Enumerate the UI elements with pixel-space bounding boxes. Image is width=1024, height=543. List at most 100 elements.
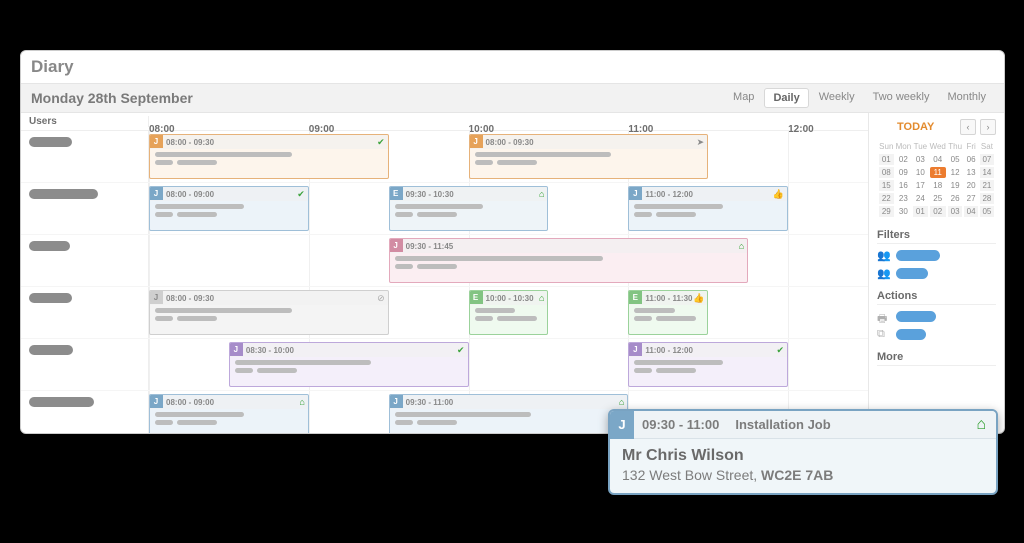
panel-title: Diary — [21, 51, 1004, 83]
next-period-button[interactable]: › — [980, 119, 996, 135]
calendar-day[interactable]: 01 — [913, 206, 927, 217]
user-name-cell — [21, 391, 149, 433]
view-tab-monthly[interactable]: Monthly — [939, 88, 994, 108]
event-card[interactable]: J08:00 - 09:00⌂ — [149, 394, 309, 433]
action-item[interactable]: 🖶 — [877, 310, 996, 323]
print-icon: 🖶 — [877, 310, 890, 323]
calendar-day[interactable]: 16 — [896, 180, 912, 191]
user-name-cell — [21, 183, 149, 234]
calendar-day[interactable]: 25 — [930, 193, 946, 204]
calendar-day[interactable]: 07 — [980, 154, 994, 165]
thumb-icon: 👍 — [693, 293, 704, 304]
event-tag: J — [628, 342, 642, 356]
user-timeline[interactable]: J08:00 - 09:30✔J08:00 - 09:30➤ — [149, 131, 868, 182]
sidebar: TODAY ‹ › SunMonTueWedThuFriSat010203040… — [869, 113, 1004, 433]
today-link[interactable]: TODAY — [897, 121, 934, 133]
event-time: 08:00 - 09:30 — [166, 138, 214, 147]
event-card[interactable]: E11:00 - 11:30👍 — [628, 290, 708, 335]
user-row: J08:30 - 10:00✔ J11:00 - 12:00✔ — [21, 339, 868, 391]
user-timeline[interactable]: J08:00 - 09:00✔ E09:30 - 10:30 ⌂ J11:00 - 1… — [149, 183, 868, 234]
calendar-day[interactable]: 04 — [930, 154, 946, 165]
calendar-day[interactable]: 05 — [980, 206, 994, 217]
event-tooltip: J 09:30 - 11:00 Installation Job ⌂ Mr Ch… — [608, 409, 998, 495]
calendar-day[interactable]: 08 — [879, 167, 894, 178]
event-card[interactable]: J09:30 - 11:45⌂ — [389, 238, 749, 283]
event-card[interactable]: J11:00 - 12:00👍 — [628, 186, 788, 231]
user-timeline[interactable]: J08:30 - 10:00✔ J11:00 - 12:00✔ — [149, 339, 868, 390]
event-time: 08:30 - 10:00 — [246, 346, 294, 355]
calendar-day[interactable]: 02 — [896, 154, 912, 165]
tooltip-address: 132 West Bow Street, WC2E 7AB — [610, 467, 996, 483]
event-tag: J — [149, 290, 163, 304]
calendar-day[interactable]: 27 — [964, 193, 977, 204]
event-card[interactable]: J11:00 - 12:00✔ — [628, 342, 788, 387]
event-time: 09:30 - 10:30 — [406, 190, 454, 199]
event-card[interactable]: J08:00 - 09:30✔ — [149, 134, 389, 179]
prev-period-button[interactable]: ‹ — [960, 119, 976, 135]
view-tab-weekly[interactable]: Weekly — [811, 88, 863, 108]
event-tag: E — [628, 290, 642, 304]
filter-item[interactable]: 👥 — [877, 249, 996, 262]
action-item[interactable]: ⧉ — [877, 328, 996, 341]
event-time: 08:00 - 09:30 — [166, 294, 214, 303]
calendar-day[interactable]: 22 — [879, 193, 894, 204]
user-name-cell — [21, 235, 149, 286]
event-card[interactable]: E10:00 - 10:30⌂ — [469, 290, 549, 335]
calendar-day[interactable]: 20 — [964, 180, 977, 191]
calendar-day[interactable]: 24 — [913, 193, 927, 204]
calendar-day[interactable]: 23 — [896, 193, 912, 204]
calendar-day[interactable]: 28 — [980, 193, 994, 204]
calendar-day[interactable]: 19 — [948, 180, 962, 191]
view-tab-map[interactable]: Map — [725, 88, 762, 108]
home-icon: ⌂ — [539, 293, 544, 303]
tooltip-tag: J — [610, 411, 634, 439]
calendar-day[interactable]: 15 — [879, 180, 894, 191]
home-icon: ⌂ — [539, 189, 544, 199]
calendar-day[interactable]: 01 — [879, 154, 894, 165]
user-timeline[interactable]: J09:30 - 11:45⌂ — [149, 235, 868, 286]
calendar-day[interactable]: 02 — [930, 206, 946, 217]
event-tag: J — [149, 186, 163, 200]
calendar-day[interactable]: 05 — [948, 154, 962, 165]
calendar-day[interactable]: 04 — [964, 206, 977, 217]
calendar-day[interactable]: 17 — [913, 180, 927, 191]
event-time: 11:00 - 12:00 — [645, 346, 693, 355]
home-icon: ⌂ — [619, 397, 624, 407]
hour-header: Users 08:0009:0010:0011:0012:00 — [21, 113, 868, 131]
mini-calendar[interactable]: SunMonTueWedThuFriSat0102030405060708091… — [877, 139, 996, 219]
event-time: 08:00 - 09:30 — [486, 138, 534, 147]
view-tabs: MapDailyWeeklyTwo weeklyMonthly — [725, 88, 994, 108]
calendar-day[interactable]: 18 — [930, 180, 946, 191]
event-card[interactable]: J08:00 - 09:00✔ — [149, 186, 309, 231]
filter-item[interactable]: 👥 — [877, 267, 996, 280]
view-tab-daily[interactable]: Daily — [764, 88, 808, 108]
nav-icon: ➤ — [697, 137, 705, 148]
event-card[interactable]: J08:30 - 10:00✔ — [229, 342, 469, 387]
calendar-day[interactable]: 03 — [948, 206, 962, 217]
calendar-day[interactable]: 03 — [913, 154, 927, 165]
calendar-day[interactable]: 10 — [913, 167, 927, 178]
view-tab-two-weekly[interactable]: Two weekly — [865, 88, 938, 108]
calendar-day[interactable]: 09 — [896, 167, 912, 178]
calendar-day[interactable]: 06 — [964, 154, 977, 165]
user-timeline[interactable]: J08:00 - 09:30⊘ E10:00 - 10:30⌂ E11:00 - 1… — [149, 287, 868, 338]
calendar-day[interactable]: 26 — [948, 193, 962, 204]
calendar-day[interactable]: 29 — [879, 206, 894, 217]
event-card[interactable]: J08:00 - 09:30⊘ — [149, 290, 389, 335]
calendar-day[interactable]: 30 — [896, 206, 912, 217]
home-icon: ⌂ — [976, 416, 986, 434]
diary-panel: Diary Monday 28th September MapDailyWeek… — [20, 50, 1005, 434]
event-card[interactable]: E09:30 - 10:30 ⌂ — [389, 186, 549, 231]
event-card[interactable]: J09:30 - 11:00⌂ — [389, 394, 629, 433]
calendar-day[interactable]: 21 — [980, 180, 994, 191]
event-tag: E — [469, 290, 483, 304]
calendar-day[interactable]: 11 — [930, 167, 946, 178]
calendar-day[interactable]: 13 — [964, 167, 977, 178]
calendar-day[interactable]: 14 — [980, 167, 994, 178]
event-time: 08:00 - 09:00 — [166, 398, 214, 407]
user-name-cell — [21, 131, 149, 182]
calendar-day[interactable]: 12 — [948, 167, 962, 178]
event-card[interactable]: J08:00 - 09:30➤ — [469, 134, 709, 179]
current-date-label: Monday 28th September — [31, 90, 725, 106]
event-tag: E — [389, 186, 403, 200]
